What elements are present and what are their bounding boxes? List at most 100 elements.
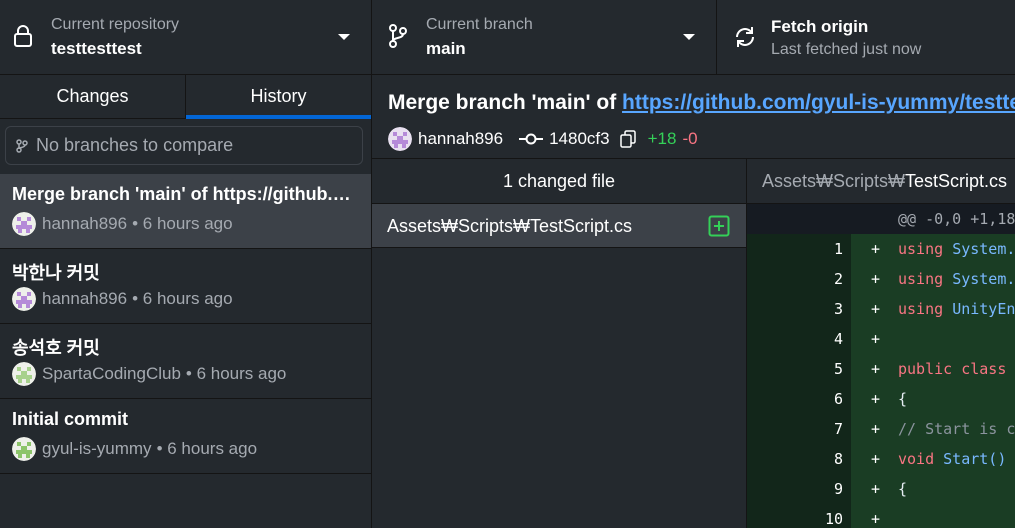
- copy-icon[interactable]: [619, 130, 636, 148]
- code-text: {: [898, 474, 907, 504]
- code-token: System.Collections;: [952, 240, 1015, 258]
- diff-line: 8 + void Start(): [747, 444, 1015, 474]
- commit-meta: hannah896 1480cf3 +18 -0: [388, 127, 698, 151]
- diff-line: 6 + {: [747, 384, 1015, 414]
- line-number: 9: [747, 474, 851, 504]
- diff-sign: +: [871, 330, 881, 348]
- branch-name: main: [426, 39, 466, 58]
- commit-list-item[interactable]: Initial commit gyul-is-yummy • 6 hours ago: [0, 399, 371, 474]
- sync-icon: [733, 25, 757, 49]
- fetch-origin-button[interactable]: Fetch origin Last fetched just now: [717, 0, 1015, 74]
- commit-list: Merge branch 'main' of https://github.co…: [0, 174, 371, 474]
- changed-files-header: 1 changed file: [372, 159, 746, 204]
- commit-author: gyul-is-yummy: [42, 439, 152, 458]
- sidebar: Changes History Merge branch 'main' of h…: [0, 75, 372, 528]
- file-path: Assets₩Scripts₩TestScript.cs: [387, 216, 633, 236]
- commit-meta: SpartaCodingClub • 6 hours ago: [12, 362, 286, 386]
- avatar: [12, 212, 36, 236]
- line-number: 6: [747, 384, 851, 414]
- commit-title: 송석호 커밋: [12, 338, 100, 358]
- diff-sign: +: [871, 270, 881, 288]
- lock-icon: [14, 24, 32, 48]
- commit-list-item[interactable]: 송석호 커밋 SpartaCodingClub • 6 hours ago: [0, 324, 371, 399]
- diff-file-name: TestScript.cs: [905, 171, 1008, 191]
- avatar: [12, 437, 36, 461]
- diff-line: 3 + using UnityEngine;: [747, 294, 1015, 324]
- commit-author: hannah896: [42, 214, 128, 233]
- commit-summary-text: Merge branch 'main' of: [388, 91, 623, 114]
- commit-list-item[interactable]: 박한나 커밋 hannah896 • 6 hours ago: [0, 249, 371, 324]
- repository-label: Current repository: [51, 16, 180, 33]
- branch-compare-input[interactable]: [36, 135, 346, 156]
- diff-hunk-header: @@ -0,0 +1,18 @@: [747, 204, 1015, 234]
- diff-sign: +: [871, 480, 881, 498]
- commit-icon: [519, 132, 544, 146]
- code-token: UnityEngine;: [952, 300, 1015, 318]
- diff-line: 1 + using System.Collections;: [747, 234, 1015, 264]
- code-text: // Start is called: [898, 414, 1015, 444]
- commit-time: • 6 hours ago: [185, 364, 287, 383]
- code-token: public class: [898, 360, 1015, 378]
- commit-summary: Merge branch 'main' of https://github.co…: [388, 91, 1015, 115]
- code-token: using: [898, 300, 953, 318]
- commit-time: • 6 hours ago: [156, 439, 258, 458]
- line-number: 7: [747, 414, 851, 444]
- file-list-item[interactable]: Assets₩Scripts₩TestScript.cs: [372, 204, 746, 248]
- code-token: System.Collections.Generic;: [952, 270, 1015, 288]
- line-number: 5: [747, 354, 851, 384]
- diff-line: 10 +: [747, 504, 1015, 528]
- tab-history[interactable]: History: [186, 75, 371, 119]
- additions-count: +18: [647, 129, 677, 148]
- code-token: using: [898, 270, 953, 288]
- code-token: using: [898, 240, 953, 258]
- commit-summary-link[interactable]: https://github.com/gyul-is-yummy/testtes…: [622, 91, 1015, 114]
- avatar: [12, 287, 36, 311]
- avatar: [388, 127, 412, 151]
- diff-path-prefix: Assets₩Scripts₩: [762, 171, 906, 191]
- code-text: using UnityEngine;: [898, 294, 1015, 324]
- branch-selector[interactable]: Current branch main: [372, 0, 717, 74]
- avatar: [12, 362, 36, 386]
- line-number: 10: [747, 504, 851, 528]
- diff-sign: +: [871, 360, 881, 378]
- diff-sign: +: [871, 510, 881, 528]
- diff-body[interactable]: @@ -0,0 +1,18 @@ 1 + using System.Collecti…: [747, 204, 1015, 528]
- commit-meta: gyul-is-yummy • 6 hours ago: [12, 437, 257, 461]
- tab-changes[interactable]: Changes: [0, 75, 186, 118]
- last-fetched-text: Last fetched just now: [771, 41, 922, 58]
- code-token: Start(): [943, 450, 1007, 468]
- chevron-down-icon: [338, 33, 350, 41]
- branch-icon: [388, 24, 408, 48]
- code-token: {: [898, 390, 908, 408]
- repository-name: testtesttest: [51, 39, 142, 58]
- commit-header: Merge branch 'main' of https://github.co…: [372, 75, 1015, 159]
- line-number: 4: [747, 324, 851, 354]
- branch-compare-icon: [16, 139, 28, 153]
- toolbar: Current repository testtesttest Current …: [0, 0, 1015, 75]
- commit-details: Merge branch 'main' of https://github.co…: [372, 75, 1015, 528]
- code-text: using System.Collections;: [898, 234, 1015, 264]
- diff-line: 9 + {: [747, 474, 1015, 504]
- deletions-count: -0: [682, 129, 698, 148]
- commit-author: SpartaCodingClub: [42, 364, 181, 383]
- line-number: 3: [747, 294, 851, 324]
- diff-sign: +: [871, 240, 881, 258]
- commit-list-item[interactable]: Merge branch 'main' of https://github.co…: [0, 174, 371, 249]
- commit-title: Merge branch 'main' of https://github.co…: [12, 184, 357, 204]
- diff-line: 7 + // Start is called: [747, 414, 1015, 444]
- file-added-icon: [708, 215, 730, 237]
- fetch-label: Fetch origin: [771, 17, 869, 36]
- diff-sign: +: [871, 390, 881, 408]
- commit-time: • 6 hours ago: [132, 289, 233, 308]
- diff-sign: +: [871, 420, 881, 438]
- diff-file-header: Assets₩Scripts₩TestScript.cs: [747, 159, 1015, 204]
- commit-author: hannah896: [418, 129, 504, 148]
- repository-selector[interactable]: Current repository testtesttest: [0, 0, 372, 74]
- branch-label: Current branch: [426, 16, 533, 33]
- diff-line: 5 + public class TestScript: [747, 354, 1015, 384]
- diff-line: 2 + using System.Collections.Generic;: [747, 264, 1015, 294]
- line-number: 2: [747, 264, 851, 294]
- branch-compare-box[interactable]: [5, 126, 363, 165]
- commit-sha: 1480cf3: [549, 129, 610, 148]
- commit-meta: hannah896 • 6 hours ago: [12, 287, 233, 311]
